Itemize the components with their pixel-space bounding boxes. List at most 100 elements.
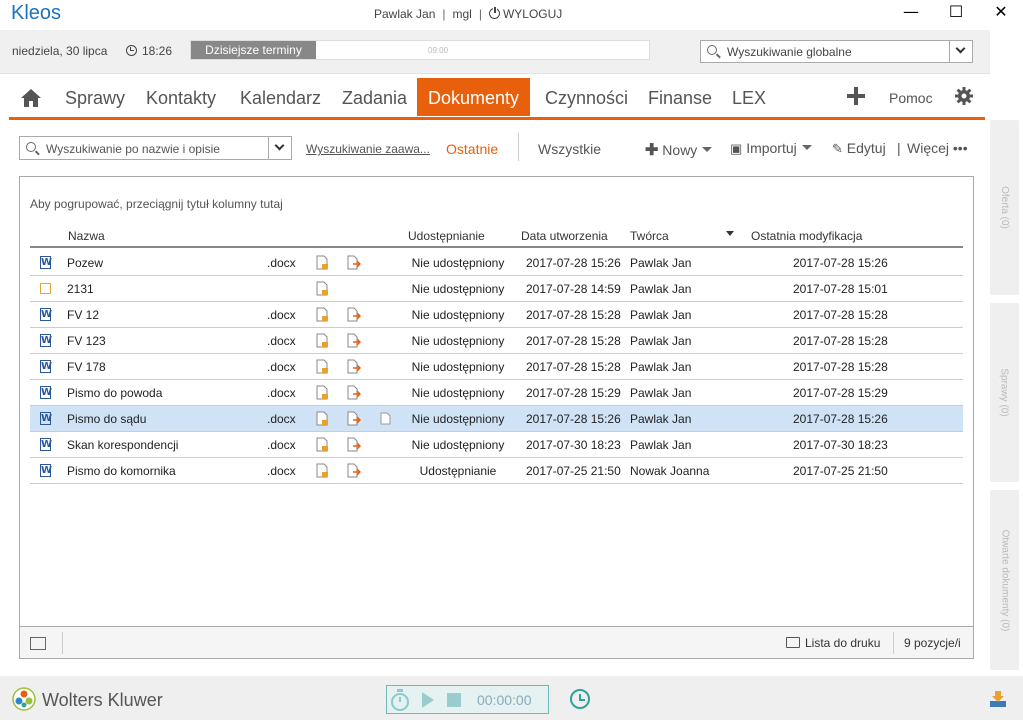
locked-file-icon[interactable]: [316, 463, 329, 478]
document-extension: .docx: [267, 412, 296, 426]
document-name: Pismo do komornika: [67, 464, 176, 478]
preview-icon[interactable]: [380, 412, 391, 425]
locked-file-icon[interactable]: [316, 307, 329, 322]
table-row[interactable]: W FV 123 .docx Nie udostępniony 2017-07-28 1…: [30, 328, 963, 354]
column-chooser-icon[interactable]: [30, 637, 46, 650]
edit-button[interactable]: ✎ Edytuj: [832, 140, 886, 157]
column-header-author[interactable]: Twórca: [630, 229, 669, 243]
modified-date: 2017-07-28 15:28: [793, 360, 888, 374]
nav-czynnosci[interactable]: Czynności: [534, 78, 639, 116]
time-tracker: 00:00:00: [386, 685, 549, 714]
print-list-button[interactable]: Lista do druku: [786, 636, 880, 650]
column-header-sharing[interactable]: Udostępnianie: [408, 229, 485, 243]
locked-file-icon[interactable]: [316, 411, 329, 426]
today-timeline[interactable]: Dzisiejsze terminy 09:00: [190, 40, 650, 60]
export-file-icon[interactable]: [347, 385, 361, 400]
nav-zadania[interactable]: Zadania: [331, 78, 418, 116]
time-history-icon[interactable]: [570, 689, 590, 709]
locked-file-icon[interactable]: [316, 281, 329, 296]
sort-descending-icon[interactable]: [726, 231, 734, 236]
modified-date: 2017-07-25 21:50: [793, 464, 888, 478]
nav-kontakty[interactable]: Kontakty: [135, 78, 227, 116]
minimize-button[interactable]: —: [896, 2, 926, 24]
locked-file-icon[interactable]: [316, 333, 329, 348]
locked-file-icon[interactable]: [316, 359, 329, 374]
table-row[interactable]: W Pismo do powoda .docx Nie udostępniony 201…: [30, 380, 963, 406]
import-button[interactable]: ▣ Importuj: [730, 140, 812, 157]
tab-recent[interactable]: Ostatnie: [446, 141, 498, 157]
nav-sprawy[interactable]: Sprawy: [54, 78, 136, 116]
locked-file-icon[interactable]: [316, 255, 329, 270]
document-name: FV 178: [67, 360, 106, 374]
nav-dokumenty[interactable]: Dokumenty: [417, 78, 531, 116]
table-row[interactable]: W FV 12 .docx Nie udostępniony 2017-07-28 15…: [30, 302, 963, 328]
document-extension: .docx: [267, 334, 296, 348]
side-panel-offers[interactable]: Oferta (0): [990, 120, 1019, 295]
nav-lex[interactable]: LEX: [721, 78, 777, 116]
new-button[interactable]: ✚ Nowy: [645, 140, 713, 160]
column-header-modified[interactable]: Ostatnia modyfikacja: [751, 229, 862, 243]
maximize-button[interactable]: ☐: [941, 2, 971, 24]
table-row[interactable]: W Pozew .docx Nie udostępniony 2017-07-28 15…: [30, 250, 963, 276]
nav-kalendarz[interactable]: Kalendarz: [229, 78, 332, 116]
gear-icon[interactable]: [955, 87, 973, 105]
column-header-created[interactable]: Data utworzenia: [521, 229, 608, 243]
home-icon[interactable]: [20, 88, 42, 108]
stop-icon[interactable]: [447, 693, 461, 707]
table-row[interactable]: W Pismo do sądu .docx Nie udostępniony 2017-…: [30, 406, 963, 432]
global-search-dropdown[interactable]: [949, 41, 972, 62]
tab-all[interactable]: Wszystkie: [538, 141, 601, 157]
created-date: 2017-07-30 18:23: [526, 438, 621, 452]
logout-link[interactable]: WYLOGUJ: [503, 7, 562, 21]
export-file-icon[interactable]: [347, 359, 361, 374]
side-panel-cases[interactable]: Sprawy (0): [990, 303, 1019, 482]
author-name: Pawlak Jan: [630, 282, 692, 296]
column-header-name[interactable]: Nazwa: [68, 229, 105, 243]
branch-name[interactable]: mgl: [453, 7, 472, 21]
document-name: 2131: [67, 282, 94, 296]
help-link[interactable]: Pomoc: [889, 90, 933, 106]
locked-file-icon[interactable]: [316, 385, 329, 400]
brand-name: Wolters Kluwer: [42, 690, 163, 710]
export-file-icon[interactable]: [347, 307, 361, 322]
edit-button-label: Edytuj: [846, 140, 886, 156]
document-search-input[interactable]: [46, 140, 266, 157]
documents-toolbar: Wyszukiwanie zaawa... Ostatnie Wszystkie…: [9, 120, 985, 172]
created-date: 2017-07-28 15:28: [526, 308, 621, 322]
table-row[interactable]: W Pismo do komornika .docx Udostępnianie 201…: [30, 458, 963, 484]
chevron-down-icon: [955, 43, 966, 54]
export-file-icon[interactable]: [347, 333, 361, 348]
document-search[interactable]: [19, 136, 292, 160]
play-icon[interactable]: [421, 692, 435, 708]
export-file-icon[interactable]: [347, 437, 361, 452]
sharing-status: Nie udostępniony: [411, 438, 505, 452]
global-search-input[interactable]: [727, 43, 947, 60]
note-icon: [40, 283, 51, 294]
locked-file-icon[interactable]: [316, 437, 329, 452]
clock-icon: [126, 45, 137, 56]
nav-finanse[interactable]: Finanse: [637, 78, 723, 116]
sharing-status: Nie udostępniony: [411, 386, 505, 400]
advanced-search-link[interactable]: Wyszukiwanie zaawa...: [306, 142, 430, 156]
export-file-icon[interactable]: [347, 463, 361, 478]
global-search[interactable]: [700, 40, 973, 63]
sharing-status: Udostępnianie: [419, 464, 497, 478]
author-name: Pawlak Jan: [630, 334, 692, 348]
new-button-label: Nowy: [662, 142, 698, 158]
stopwatch-icon[interactable]: [389, 688, 411, 712]
user-name[interactable]: Pawlak Jan: [374, 7, 435, 21]
export-file-icon[interactable]: [347, 411, 361, 426]
today-appointments-button[interactable]: Dzisiejsze terminy: [191, 41, 316, 59]
export-file-icon[interactable]: [347, 255, 361, 270]
document-name: FV 123: [67, 334, 106, 348]
table-row[interactable]: 2131 Nie udostępniony 2017-07-28 14:59 Pawl…: [30, 276, 963, 302]
download-icon[interactable]: [990, 691, 1006, 707]
sharing-status: Nie udostępniony: [411, 308, 505, 322]
table-row[interactable]: W FV 178 .docx Nie udostępniony 2017-07-28 1…: [30, 354, 963, 380]
add-icon[interactable]: [847, 87, 865, 105]
side-panel-open-documents[interactable]: Otwarte dokumenty (0): [990, 490, 1019, 670]
table-row[interactable]: W Skan korespondencji .docx Nie udostępnion…: [30, 432, 963, 458]
more-button[interactable]: Więcej •••: [907, 140, 968, 156]
document-search-dropdown[interactable]: [268, 137, 291, 159]
close-button[interactable]: ✕: [986, 2, 1016, 24]
